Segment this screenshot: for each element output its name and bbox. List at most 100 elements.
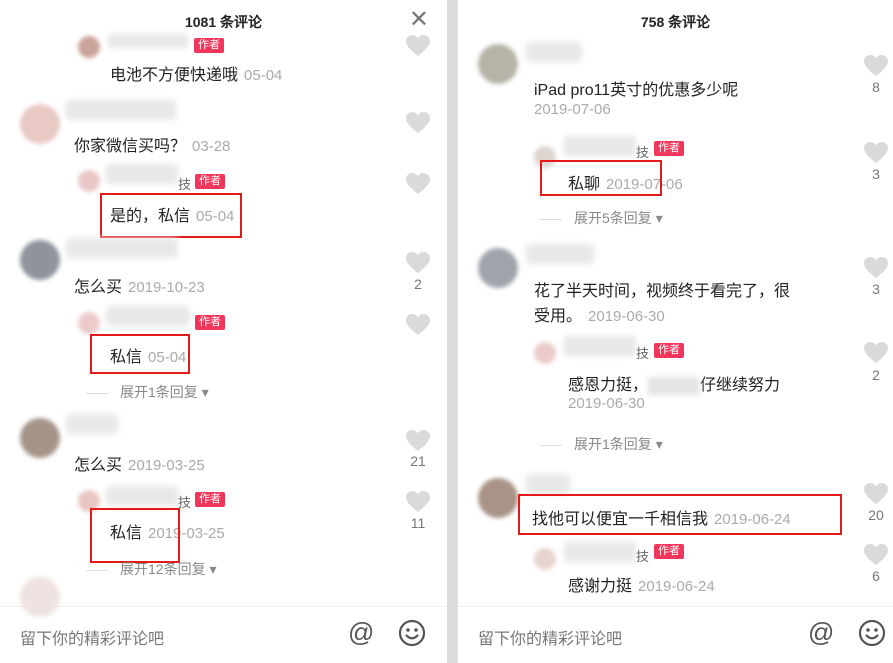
avatar[interactable] [534, 342, 556, 364]
avatar[interactable] [20, 418, 60, 458]
like-count: 8 [872, 79, 880, 95]
expand-replies-label: 展开1条回复 [120, 384, 198, 400]
comment-body: 受用。 [534, 308, 583, 325]
reply-text: 感谢力挺 2019-06-24 [568, 572, 715, 596]
heart-icon[interactable] [863, 543, 889, 567]
highlight-box [90, 508, 180, 563]
reply-date: 2019-06-30 [568, 395, 645, 412]
heart-icon[interactable] [405, 313, 431, 337]
heart-icon[interactable] [863, 256, 889, 280]
reply-body-b: 仔继续努力 [700, 377, 781, 394]
user-name-blurred [106, 164, 178, 184]
heart-icon[interactable] [405, 111, 431, 135]
like-count: 2 [414, 276, 422, 292]
avatar[interactable] [478, 478, 518, 518]
expand-replies-button[interactable]: 展开5条回复 ▾ [540, 208, 663, 228]
blurred-text [648, 376, 701, 395]
expand-replies-label: 展开1条回复 [574, 436, 652, 452]
heart-icon[interactable] [863, 141, 889, 165]
emoji-icon[interactable] [398, 619, 426, 647]
user-name-blurred [106, 306, 190, 326]
user-name-blurred [526, 474, 570, 494]
author-badge: 作者 [654, 141, 684, 156]
avatar[interactable] [78, 36, 100, 58]
heart-icon[interactable] [405, 172, 431, 196]
comment-input-bar: 留下你的精彩评论吧 @ [0, 577, 447, 663]
avatar[interactable] [478, 44, 518, 84]
author-badge: 作者 [195, 492, 225, 507]
heart-icon[interactable] [405, 490, 431, 514]
avatar [20, 577, 60, 617]
heart-icon[interactable] [863, 482, 889, 506]
highlight-box [540, 160, 662, 196]
highlight-box [90, 334, 190, 374]
user-name-blurred [66, 100, 176, 120]
user-name-blurred [526, 244, 594, 264]
user-name-blurred [564, 136, 636, 156]
comment-input[interactable]: 留下你的精彩评论吧 [20, 625, 164, 649]
avatar[interactable] [20, 240, 60, 280]
comment-text-line1: 花了半天时间，视频终于看完了，很 [534, 283, 791, 300]
avatar[interactable] [78, 170, 100, 192]
expand-replies-button[interactable]: 展开12条回复 ▾ [86, 559, 217, 579]
author-badge: 作者 [654, 544, 684, 559]
user-name-blurred [106, 486, 178, 506]
chevron-down-icon: ▾ [655, 436, 663, 452]
highlight-box [518, 494, 842, 535]
like-count: 11 [410, 515, 426, 531]
heart-icon[interactable] [863, 341, 889, 365]
like-count: 3 [872, 166, 880, 182]
comment-input[interactable]: 留下你的精彩评论吧 [478, 625, 622, 649]
comment-count-title: 758 条评论 [640, 14, 711, 30]
heart-icon[interactable] [405, 429, 431, 453]
like-count: 20 [868, 507, 884, 523]
avatar[interactable] [534, 548, 556, 570]
comment-input-bar: 留下你的精彩评论吧 @ [458, 606, 893, 663]
close-icon[interactable]: ✕ [409, 8, 429, 32]
avatar[interactable] [20, 104, 60, 144]
comment-text: iPad pro11英寸的优惠多少呢 [534, 82, 739, 99]
user-name-blurred [564, 336, 636, 356]
comments-panel-left: 1081 条评论 ✕ 作者 电池不方便快递哦 05-04 你家微信买吗？ 03-28… [0, 0, 447, 663]
user-name-blurred [66, 414, 118, 434]
chevron-down-icon: ▾ [655, 210, 663, 226]
avatar[interactable] [478, 248, 518, 288]
comment-text: 怎么买 2019-03-25 [74, 451, 205, 475]
comment-date: 2019-06-30 [588, 308, 665, 325]
user-name-blurred [108, 34, 188, 48]
user-name-blurred [66, 238, 178, 258]
reply-date: 05-04 [244, 67, 283, 84]
heart-icon[interactable] [405, 34, 431, 58]
reply-text: 电池不方便快递哦 05-04 [110, 61, 282, 85]
author-badge: 作者 [654, 343, 684, 358]
reply-body: 感谢力挺 [568, 578, 633, 595]
heart-icon[interactable] [863, 54, 889, 78]
reply-author-name: 技 [178, 177, 192, 192]
reply-text: 感恩力挺， 仔继续努力 [568, 371, 780, 395]
chevron-down-icon: ▾ [209, 561, 217, 577]
expand-replies-button[interactable]: 展开1条回复 ▾ [540, 434, 663, 454]
comment-body: 你家微信买吗？ [74, 138, 187, 155]
comment-date: 2019-07-06 [534, 101, 611, 118]
reply-author-name: 技 [636, 145, 650, 160]
avatar[interactable] [78, 312, 100, 334]
comment-text: 怎么买 2019-10-23 [74, 273, 205, 297]
emoji-icon[interactable] [858, 619, 886, 647]
heart-icon[interactable] [405, 251, 431, 275]
reply-date: 2019-06-24 [638, 578, 715, 595]
comment-text: 受用。 2019-06-30 [534, 302, 665, 326]
reply-body: 电池不方便快递哦 [110, 67, 239, 84]
expand-replies-label: 展开5条回复 [574, 210, 652, 226]
highlight-box [100, 193, 242, 238]
comment-date: 03-28 [192, 138, 231, 155]
at-icon[interactable]: @ [348, 617, 374, 648]
comment-count-title: 1081 条评论 [184, 14, 263, 30]
author-badge: 作者 [194, 38, 224, 53]
expand-replies-label: 展开12条回复 [120, 561, 206, 577]
at-icon[interactable]: @ [808, 617, 834, 648]
reply-author-name: 技 [636, 549, 650, 564]
expand-replies-button[interactable]: 展开1条回复 ▾ [86, 382, 209, 402]
author-badge: 作者 [195, 315, 225, 330]
reply-author-name: 技 [636, 346, 650, 361]
comments-panel-right: 758 条评论 iPad pro11英寸的优惠多少呢 2019-07-06 8 … [458, 0, 893, 663]
